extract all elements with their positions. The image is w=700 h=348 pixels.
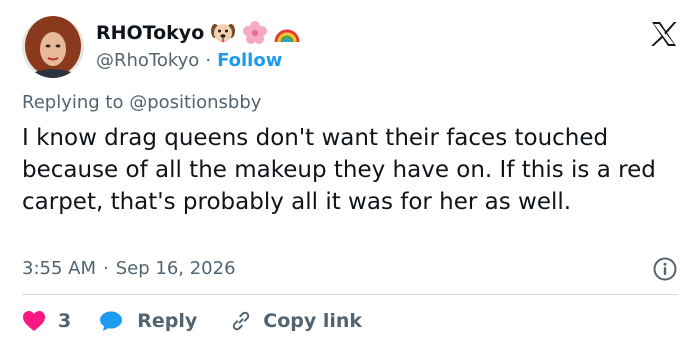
reply-label: Reply — [137, 310, 198, 332]
author-name-row: RHOTokyo — [96, 20, 300, 46]
tweet-time[interactable]: 3:55 AM — [22, 258, 96, 279]
display-name[interactable]: RHOTokyo — [96, 22, 204, 44]
avatar[interactable] — [22, 16, 84, 78]
like-button[interactable]: 3 — [22, 310, 99, 332]
divider — [22, 294, 678, 295]
dog-face-emoji-icon — [210, 20, 236, 46]
cherry-blossom-emoji-icon — [242, 20, 268, 46]
handle-row: @RhoTokyo · Follow — [96, 48, 282, 72]
handle-separator: · — [205, 49, 212, 71]
tweet-card: RHOTokyo @RhoTokyo · Follow Replying to … — [0, 0, 700, 348]
like-count: 3 — [58, 310, 72, 332]
user-handle[interactable]: @RhoTokyo — [96, 50, 199, 71]
info-icon[interactable] — [652, 256, 678, 282]
replying-prefix: Replying to — [22, 92, 124, 113]
replying-mention-link[interactable]: @positionsbby — [129, 92, 261, 113]
reply-button[interactable]: Reply — [99, 310, 229, 332]
tweet-date[interactable]: Sep 16, 2026 — [116, 258, 236, 279]
replying-to: Replying to @positionsbby — [22, 92, 261, 113]
rainbow-emoji-icon — [274, 20, 300, 46]
action-bar: 3 Reply Copy link — [22, 306, 362, 336]
reply-bubble-icon — [99, 310, 123, 332]
tweet-text: I know drag queens don't want their face… — [22, 125, 656, 215]
follow-button[interactable]: Follow — [217, 50, 282, 71]
tweet-timestamp[interactable]: 3:55 AM · Sep 16, 2026 — [22, 258, 236, 279]
heart-icon — [22, 310, 46, 332]
copy-link-label: Copy link — [263, 310, 363, 332]
timestamp-separator: · — [103, 258, 109, 279]
copy-link-button[interactable]: Copy link — [229, 309, 362, 333]
link-icon — [229, 309, 253, 333]
x-logo-icon[interactable] — [650, 20, 678, 48]
